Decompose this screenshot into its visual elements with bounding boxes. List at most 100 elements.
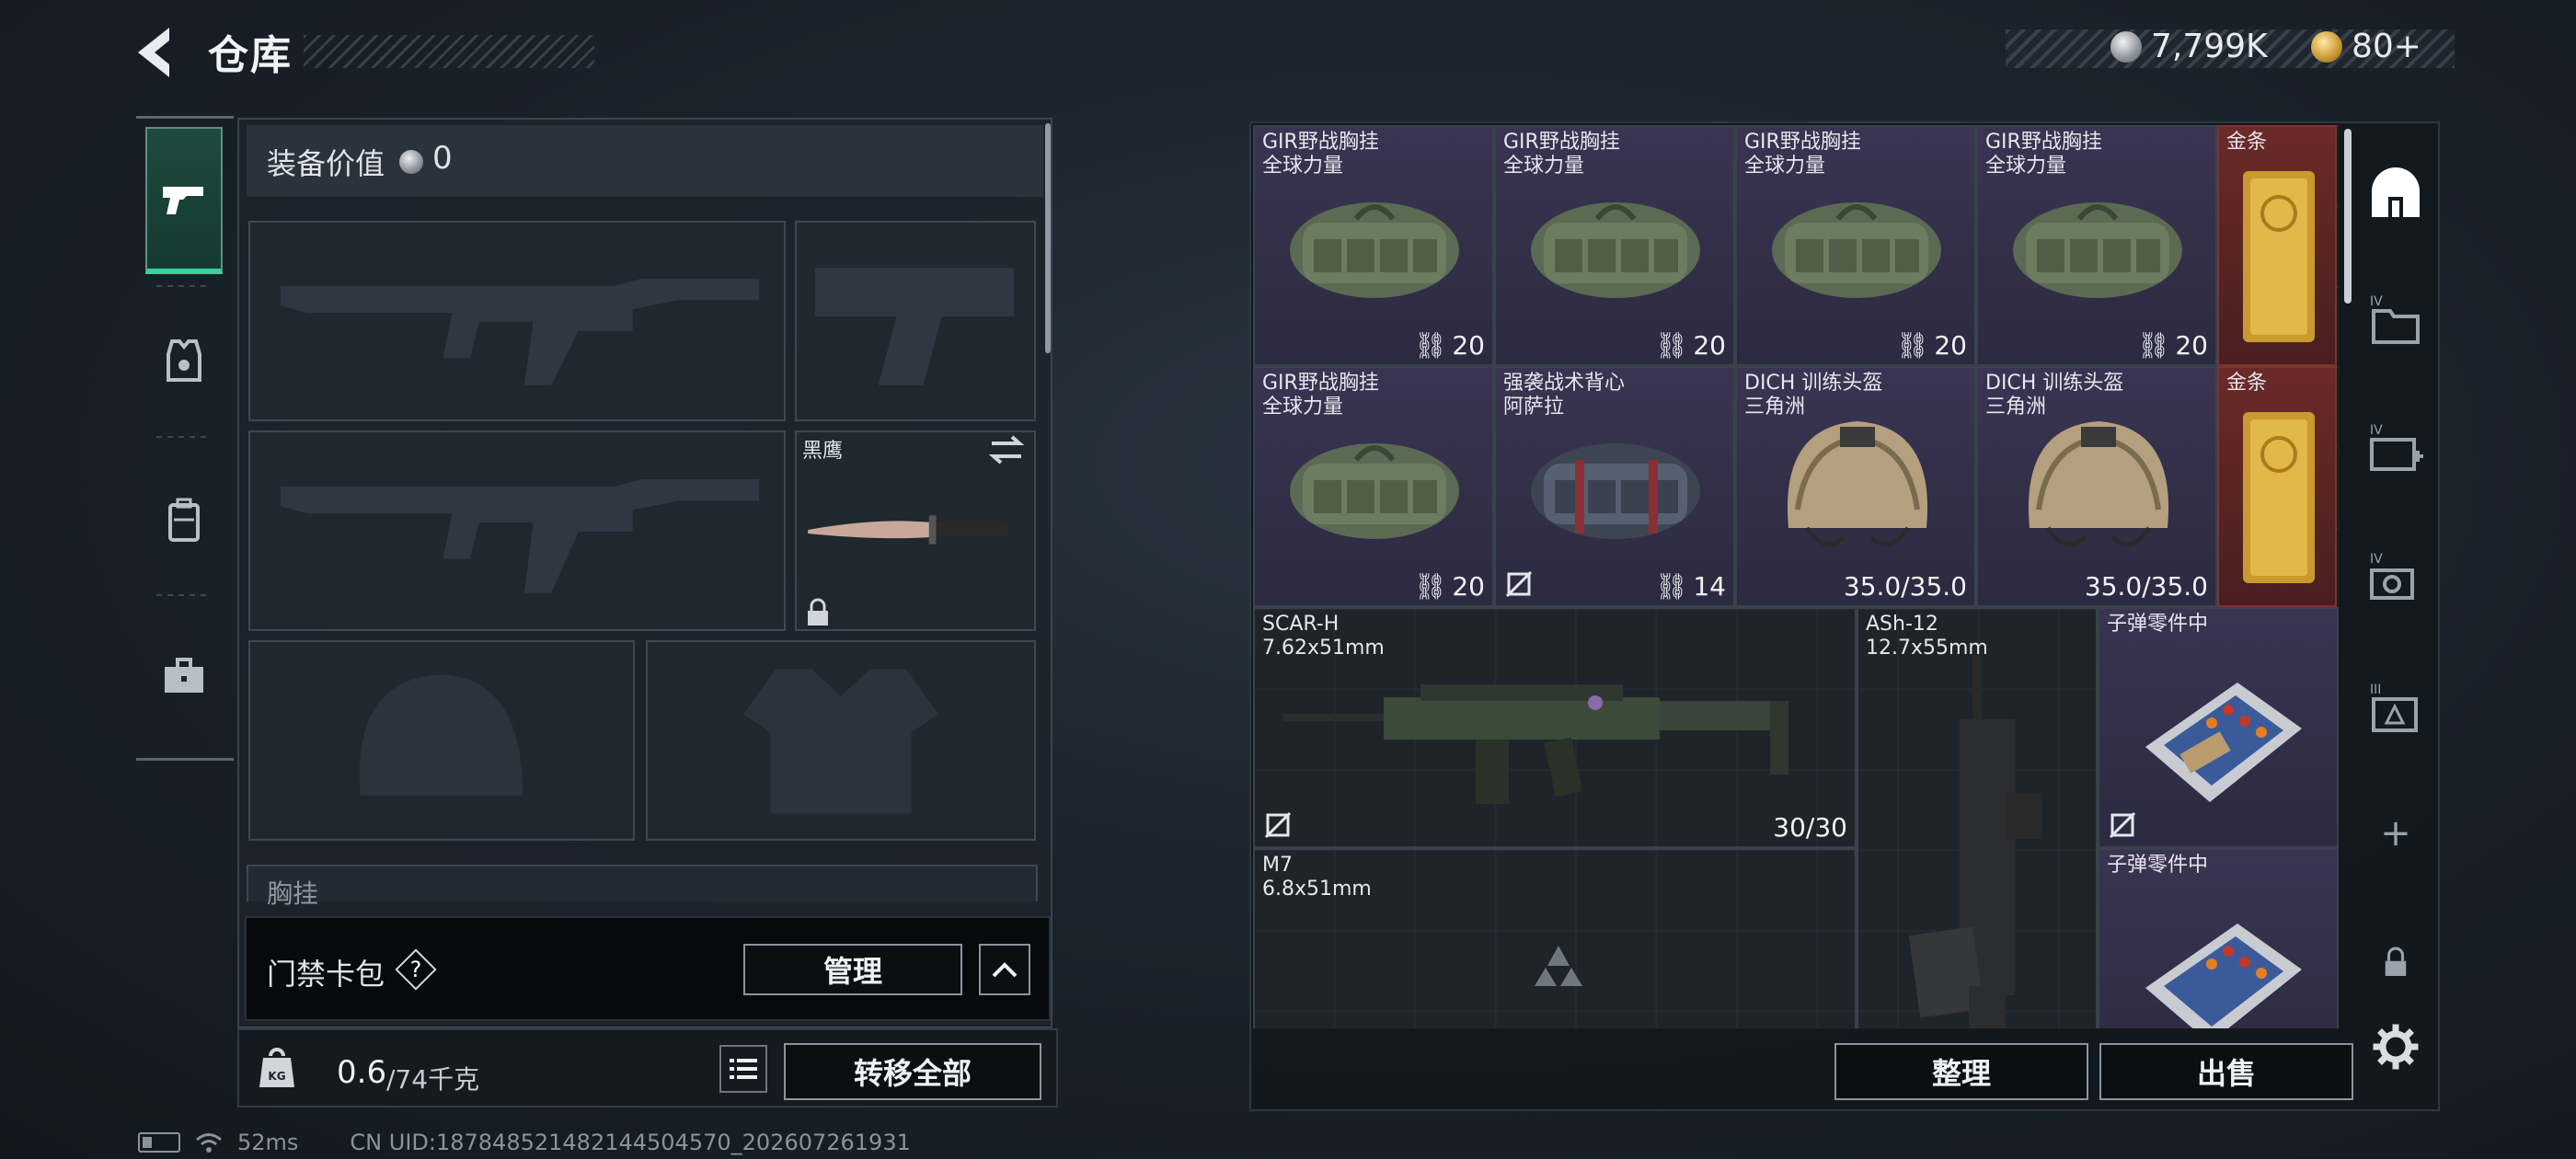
tab-backpack[interactable] bbox=[145, 447, 223, 594]
rail-top-line bbox=[136, 116, 234, 119]
right-tab-home[interactable] bbox=[2361, 158, 2431, 228]
item-name: DICH 训练头盔 bbox=[1985, 372, 2124, 395]
svg-text:III: III bbox=[2370, 683, 2381, 697]
gold-bar-icon bbox=[2243, 412, 2315, 583]
silver-currency[interactable]: 7,799K bbox=[2110, 28, 2268, 65]
item-name: GIR野战胸挂 bbox=[1262, 131, 1379, 154]
item-subname: 三角洲 bbox=[1985, 396, 2047, 419]
storage-scrollbar[interactable] bbox=[2344, 129, 2352, 304]
help-button[interactable]: ? bbox=[397, 951, 434, 988]
add-icon: + bbox=[2380, 812, 2411, 855]
storage-item[interactable]: DICH 训练头盔 三角洲 35.0/35.0 bbox=[1735, 366, 1976, 607]
sort-button[interactable]: 整理 bbox=[1834, 1043, 2088, 1100]
storage-item[interactable]: GIR野战胸挂 全球力量 ⛓ 20 bbox=[1253, 125, 1494, 366]
chest-rig-bag-icon bbox=[1290, 202, 1459, 298]
tab-equipment[interactable] bbox=[145, 287, 223, 434]
pistol-icon bbox=[163, 187, 203, 214]
add-tab-button[interactable]: + bbox=[2361, 798, 2431, 868]
manage-button[interactable]: 管理 bbox=[743, 944, 962, 995]
storage-item[interactable]: M7 6.8x51mm bbox=[1253, 848, 1857, 1028]
chest-rig-label: 胸挂 bbox=[267, 878, 319, 909]
helmet-icon bbox=[1787, 421, 1928, 547]
right-tab-folder[interactable]: IV bbox=[2361, 285, 2431, 355]
list-view-button[interactable] bbox=[719, 1045, 767, 1093]
helmet-slot[interactable] bbox=[248, 640, 635, 841]
storage-item[interactable]: 强袭战术背心 阿萨拉 ⛓ 14 bbox=[1494, 366, 1735, 607]
melee-name: 黑鹰 bbox=[802, 440, 844, 463]
right-tab-camera[interactable]: IV bbox=[2361, 543, 2431, 613]
storage-item[interactable]: 子弹零件中 bbox=[2098, 607, 2339, 848]
storage-item[interactable]: 金条 bbox=[2217, 366, 2337, 607]
durability-icon: ⛓ bbox=[1654, 330, 1688, 361]
durability-icon: ⛓ bbox=[1413, 571, 1447, 602]
storage-item[interactable]: ASh-12 12.7x55mm bbox=[1857, 607, 2098, 1028]
storage-item[interactable]: GIR野战胸挂 全球力量 ⛓ 20 bbox=[1976, 125, 2217, 366]
folder-iv-icon: IV bbox=[2370, 294, 2420, 344]
gold-currency[interactable]: 80+ bbox=[2311, 28, 2421, 65]
right-tab-crate[interactable]: III bbox=[2361, 673, 2431, 743]
item-quantity: 20 bbox=[2175, 330, 2208, 361]
back-button[interactable] bbox=[129, 24, 190, 81]
tab-toolbox[interactable] bbox=[145, 603, 223, 751]
help-mark: ? bbox=[409, 957, 422, 982]
storage-item[interactable]: 金条 bbox=[2217, 125, 2337, 366]
item-quantity: 14 bbox=[1693, 571, 1726, 602]
armor-silhouette-icon bbox=[742, 669, 939, 814]
scar-h-rifle-icon bbox=[1282, 684, 1788, 804]
chest-rig-slot[interactable] bbox=[247, 865, 1038, 901]
storage-grid[interactable]: GIR野战胸挂 全球力量 ⛓ 20 GIR野战胸挂 全球力量 ⛓ 20 GIR野战胸挂全… bbox=[1253, 125, 2339, 1028]
item-durability: 35.0/35.0 bbox=[2084, 571, 2208, 602]
item-subname: 全球力量 bbox=[1262, 155, 1344, 178]
item-quantity: 20 bbox=[1934, 330, 1967, 361]
wifi-icon bbox=[196, 1133, 222, 1153]
primary-weapon-slot[interactable] bbox=[248, 221, 786, 421]
item-name: 强袭战术背心 bbox=[1503, 372, 1626, 395]
storage-item[interactable]: DICH 训练头盔 三角洲 35.0/35.0 bbox=[1976, 366, 2217, 607]
svg-text:IV: IV bbox=[2370, 552, 2383, 567]
svg-text:IV: IV bbox=[2370, 423, 2383, 438]
storage-item[interactable]: 子弹零件中 bbox=[2098, 848, 2339, 1028]
list-icon bbox=[730, 1059, 757, 1079]
durability-icon: ⛓ bbox=[1413, 330, 1447, 361]
rail-divider bbox=[156, 594, 212, 596]
sell-button[interactable]: 出售 bbox=[2099, 1043, 2353, 1100]
item-name: GIR野战胸挂 bbox=[1985, 131, 2102, 154]
weight-icon: KG bbox=[258, 1045, 296, 1091]
transfer-all-button[interactable]: 转移全部 bbox=[784, 1043, 1041, 1100]
tab-weapons[interactable] bbox=[145, 127, 223, 274]
secondary-weapon-slot[interactable] bbox=[795, 221, 1036, 421]
storage-item[interactable]: GIR野战胸挂 全球力量 ⛓ 20 bbox=[1735, 125, 1976, 366]
equipment-value-label: 装备价值 bbox=[267, 146, 385, 181]
swap-icon[interactable] bbox=[988, 434, 1025, 465]
storage-item[interactable]: SCAR-H 7.62x51mm 30/30 bbox=[1253, 607, 1857, 848]
item-subname: 三角洲 bbox=[1744, 396, 1806, 419]
item-subname: 全球力量 bbox=[1503, 155, 1585, 178]
durability-icon: ⛓ bbox=[1895, 330, 1929, 361]
silver-coin-icon bbox=[2110, 30, 2142, 63]
lock-icon bbox=[804, 598, 832, 627]
crate-iii-icon: III bbox=[2370, 683, 2418, 732]
gold-coin-icon bbox=[2311, 30, 2342, 63]
ammo-parts-box-icon bbox=[2145, 683, 2302, 802]
item-name: 子弹零件中 bbox=[2107, 613, 2209, 636]
item-name: GIR野战胸挂 bbox=[1503, 131, 1620, 154]
chevron-up-icon bbox=[992, 962, 1018, 978]
helmet-icon bbox=[2028, 421, 2169, 547]
item-name: GIR野战胸挂 bbox=[1262, 372, 1379, 395]
durability-icon: ⛓ bbox=[2136, 330, 2170, 361]
primary-weapon-slot-2[interactable] bbox=[248, 430, 786, 631]
storage-item[interactable]: GIR野战胸挂 全球力量 ⛓ 20 bbox=[1494, 125, 1735, 366]
equipment-scrollbar[interactable] bbox=[1045, 123, 1051, 353]
weight-current: 0.6 bbox=[337, 1054, 387, 1091]
body-armor-slot[interactable] bbox=[646, 640, 1036, 841]
right-tab-medkit[interactable]: IV bbox=[2361, 414, 2431, 484]
item-subname: 7.62x51mm bbox=[1262, 637, 1385, 660]
rail-divider bbox=[156, 436, 212, 438]
svg-text:KG: KG bbox=[268, 1070, 285, 1083]
lock-tab-button[interactable] bbox=[2361, 927, 2431, 997]
untradeable-icon bbox=[1505, 570, 1533, 598]
collapse-button[interactable] bbox=[979, 944, 1030, 995]
item-quantity: 20 bbox=[1693, 330, 1726, 361]
storage-item[interactable]: GIR野战胸挂 全球力量 ⛓ 20 bbox=[1253, 366, 1494, 607]
settings-button[interactable] bbox=[2361, 1012, 2431, 1082]
